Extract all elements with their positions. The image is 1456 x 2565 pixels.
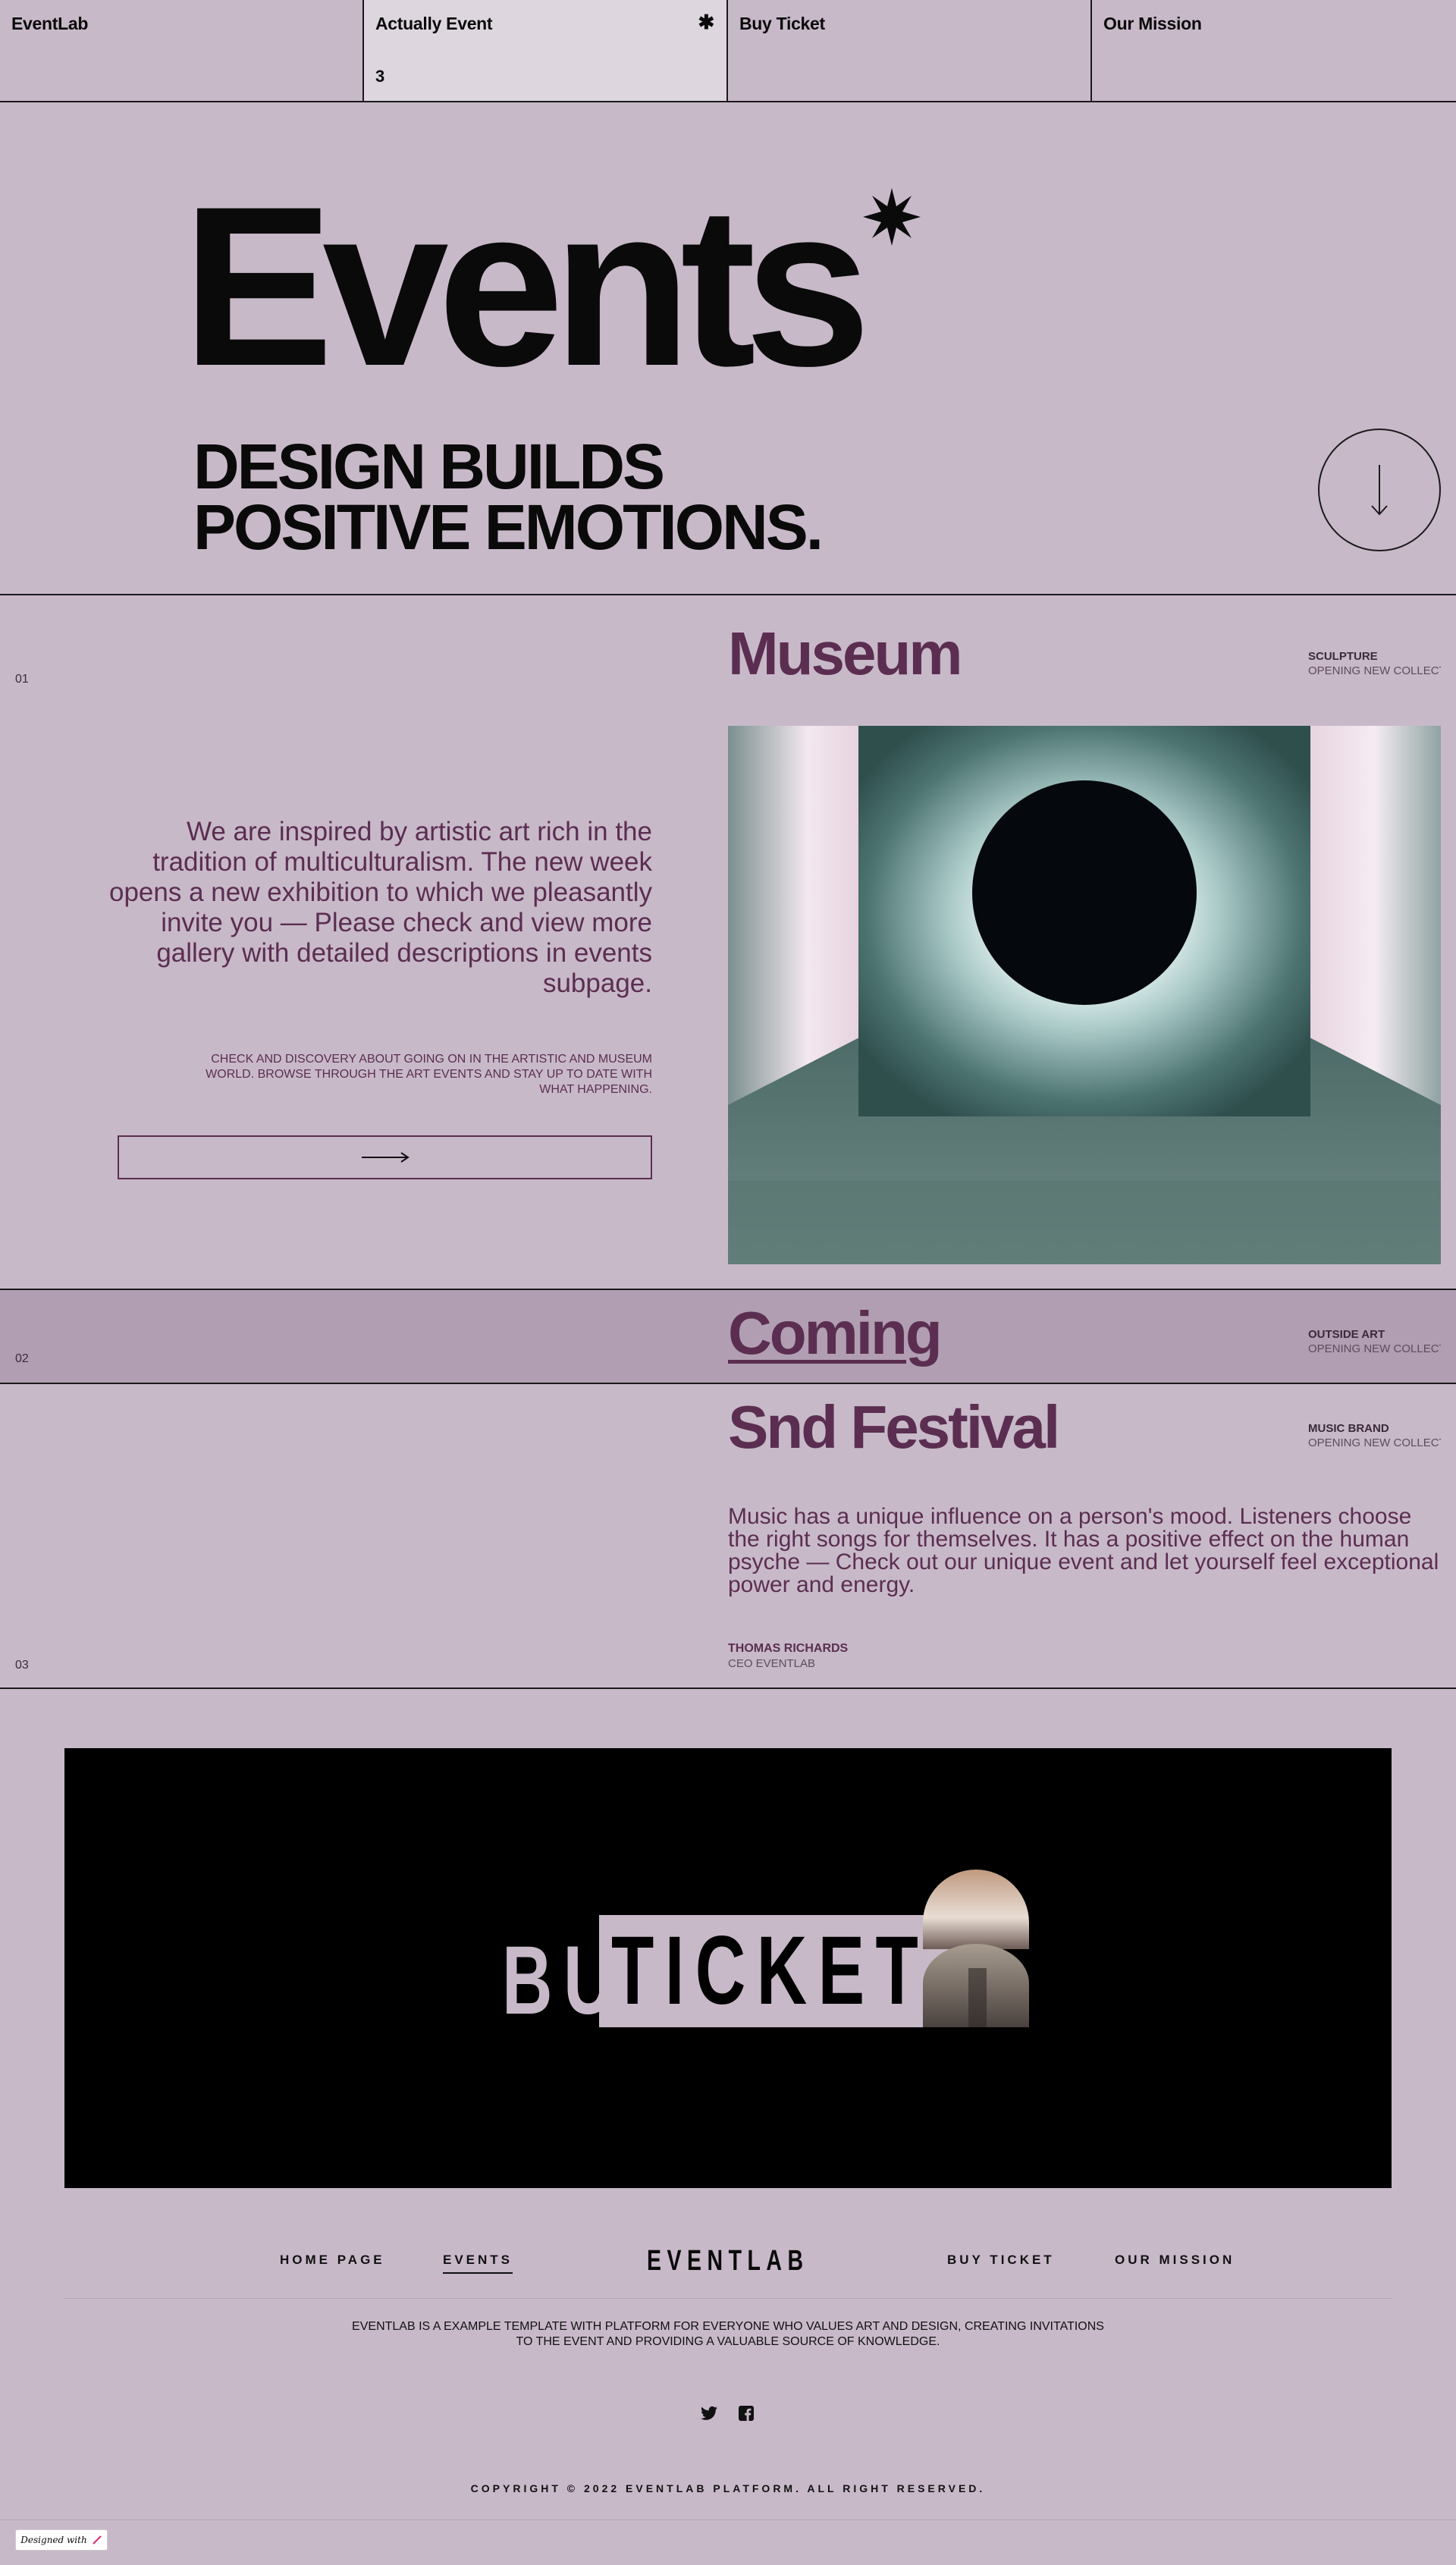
event-title-festival[interactable]: Snd Festival: [728, 1393, 1060, 1461]
row-number: 03: [15, 1659, 29, 1672]
view-more-button[interactable]: [118, 1135, 652, 1179]
event-row-museum: 01 Museum SCULPTURE OPENING NEW COLLECT …: [0, 597, 1456, 1290]
event-body-text: Music has a unique influence on a person…: [728, 1504, 1439, 1597]
footer-description: EVENTLAB IS A EXAMPLE TEMPLATE WITH PLAT…: [352, 2320, 1104, 2348]
event-tag: OUTSIDE ART OPENING NEW COLLECT: [1308, 1328, 1441, 1355]
hero-subtitle: DESIGN BUILDS POSITIVE EMOTIONS.: [193, 431, 824, 563]
author-name: THOMAS RICHARDS: [728, 1642, 849, 1655]
footer-link-mission[interactable]: OUR MISSION: [1115, 2253, 1235, 2268]
row-number: 02: [15, 1352, 29, 1365]
event-row-festival: 03 Snd Festival MUSIC BRAND OPENING NEW …: [0, 1384, 1456, 1689]
nav-brand[interactable]: EventLab: [0, 0, 364, 101]
footer-link-buy-ticket[interactable]: BUY TICKET: [947, 2253, 1055, 2268]
footer-divider: [64, 2298, 1392, 2299]
event-title-museum[interactable]: Museum: [728, 620, 962, 688]
tag-secondary: OPENING NEW COLLECT: [1308, 664, 1441, 677]
event-count: 3: [375, 67, 384, 86]
event-tag: MUSIC BRAND OPENING NEW COLLECT: [1308, 1422, 1441, 1449]
twitter-icon[interactable]: [701, 2406, 717, 2425]
tag-primary: MUSIC BRAND: [1308, 1422, 1389, 1435]
nav-buy-ticket[interactable]: Buy Ticket: [728, 0, 1092, 101]
designed-with-label: Designed with: [20, 2535, 87, 2545]
event-tag: SCULPTURE OPENING NEW COLLECT: [1308, 650, 1441, 677]
footer-link-home[interactable]: HOME PAGE: [280, 2253, 385, 2268]
footer-logo[interactable]: EVENTLAB: [647, 2245, 809, 2278]
museum-image: [728, 726, 1441, 1264]
row-number: 01: [15, 673, 29, 686]
footer-bottom-divider: [0, 2519, 1456, 2520]
banner-ticket-box: TICKET: [599, 1915, 971, 2027]
designed-with-badge[interactable]: Designed with: [15, 2529, 108, 2551]
event-lead-text: We are inspired by artistic art rich in …: [109, 817, 652, 998]
footer-link-events[interactable]: EVENTS: [443, 2253, 513, 2274]
author: THOMAS RICHARDS CEO EVENTLAB: [728, 1642, 848, 1670]
top-navigation: EventLab Actually Event ✱ 3 Buy Ticket O…: [0, 0, 1456, 102]
buy-ticket-banner[interactable]: BUY TICKET: [64, 1748, 1392, 2188]
footer-navigation: HOME PAGE EVENTS EVENTLAB BUY TICKET OUR…: [0, 2245, 1456, 2283]
tag-primary: OUTSIDE ART: [1308, 1328, 1385, 1341]
nav-our-mission[interactable]: Our Mission: [1092, 0, 1456, 101]
tag-secondary: OPENING NEW COLLECT: [1308, 1436, 1441, 1449]
banner-ticket-text: TICKET: [611, 1917, 930, 2025]
event-title-coming[interactable]: Coming: [728, 1299, 943, 1367]
brush-icon: [92, 2535, 102, 2545]
hero-section: Events DESIGN BUILDS POSITIVE EMOTIONS.: [0, 102, 1456, 595]
museum-arch-image: [923, 1870, 1029, 2027]
brand-label: EventLab: [11, 14, 89, 33]
nav-buy-label: Buy Ticket: [739, 14, 825, 33]
tag-primary: SCULPTURE: [1308, 650, 1378, 663]
facebook-icon[interactable]: [739, 2406, 754, 2425]
nav-actual-label: Actually Event: [375, 14, 493, 33]
star-icon: ✱: [698, 11, 715, 33]
nav-actual-event[interactable]: Actually Event ✱ 3: [364, 0, 728, 101]
arrow-right-icon: [361, 1152, 410, 1163]
event-row-coming[interactable]: 02 Coming OUTSIDE ART OPENING NEW COLLEC…: [0, 1290, 1456, 1384]
tag-secondary: OPENING NEW COLLECT: [1308, 1342, 1441, 1355]
hero-title: Events: [182, 159, 871, 413]
copyright-text: COPYRIGHT © 2022 EVENTLAB PLATFORM. ALL …: [470, 2482, 986, 2494]
arrow-down-icon: [1371, 465, 1388, 516]
scroll-down-button[interactable]: [1318, 429, 1441, 551]
star-icon: [863, 188, 921, 246]
author-role: CEO EVENTLAB: [728, 1657, 816, 1670]
nav-mission-label: Our Mission: [1103, 14, 1202, 33]
event-small-text: CHECK AND DISCOVERY ABOUT GOING ON IN TH…: [206, 1053, 652, 1096]
